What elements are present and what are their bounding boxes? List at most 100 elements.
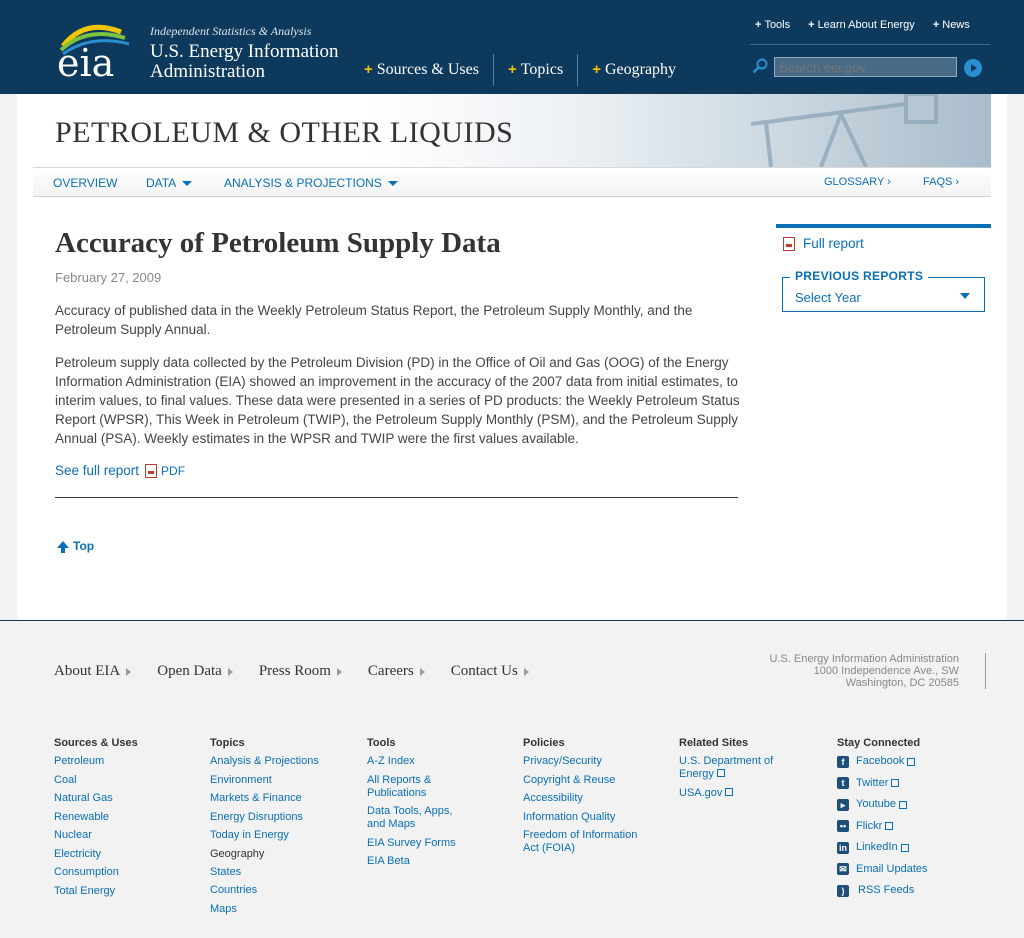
footer-link[interactable]: Today in Energy (210, 829, 350, 842)
plus-icon: + (364, 61, 373, 78)
social-twitter[interactable]: t Twitter (837, 777, 977, 790)
footer-link[interactable]: All Reports & Publications (367, 774, 472, 800)
external-link-icon (725, 787, 734, 796)
external-link-icon (907, 757, 916, 766)
nav-sources-uses[interactable]: + Sources & Uses (350, 54, 493, 86)
footer-link[interactable]: Natural Gas (54, 792, 194, 805)
social-youtube[interactable]: ▸ Youtube (837, 798, 977, 811)
footer-link-careers[interactable]: Careers (368, 663, 425, 680)
external-link-icon (885, 822, 894, 830)
chevron-down-icon (182, 181, 193, 187)
sidebar-full-report-link[interactable]: Full report (783, 236, 864, 251)
footer-address: U.S. Energy Information Administration 1… (769, 653, 959, 689)
footer-link[interactable]: Markets & Finance (210, 792, 350, 805)
footer-link[interactable]: Information Quality (523, 811, 648, 824)
sidebar-accent-bar (776, 224, 991, 228)
social-flickr[interactable]: •• Flickr (837, 820, 977, 833)
arrow-up-icon (57, 540, 69, 553)
divider (985, 653, 986, 689)
footer-link[interactable]: Coal (54, 774, 194, 787)
footer-link[interactable]: EIA Beta (367, 855, 472, 868)
footer-link[interactable]: Renewable (54, 811, 194, 824)
footer-link[interactable]: Environment (210, 774, 350, 787)
section-subnav: OVERVIEW DATA ANALYSIS & PROJECTIONS GLO… (33, 167, 991, 197)
subnav-data[interactable]: DATA (146, 176, 193, 190)
footer-link[interactable]: Freedom of Information Act (FOIA) (523, 829, 648, 855)
external-link-icon (891, 779, 900, 787)
footer-link[interactable]: A-Z Index (367, 755, 472, 768)
footer-link[interactable]: Countries (210, 884, 350, 897)
summary-paragraph: Accuracy of published data in the Weekly… (55, 303, 693, 337)
subnav-glossary[interactable]: GLOSSARY › (824, 176, 891, 188)
footer-link[interactable]: Data Tools, Apps, and Maps (367, 805, 472, 831)
flickr-icon: •• (837, 820, 849, 832)
divider (750, 44, 990, 45)
eia-logo[interactable]: eia (55, 20, 137, 80)
nav-topics[interactable]: + Topics (492, 54, 577, 86)
main-nav: + Sources & Uses + Topics + Geography (350, 54, 690, 86)
footer-col-heading: Stay Connected (837, 737, 921, 749)
org-name[interactable]: U.S. Energy Information Administration (150, 42, 350, 82)
top-link-tools[interactable]: + Tools (755, 19, 790, 31)
footer-col-heading: Related Sites (679, 737, 749, 749)
twitter-icon: t (837, 777, 849, 789)
social-facebook[interactable]: f Facebook (837, 755, 977, 768)
linkedin-icon: in (837, 841, 849, 854)
footer-col-heading: Policies (523, 737, 565, 749)
search-input[interactable] (774, 57, 957, 77)
arrow-right-icon (227, 667, 233, 676)
pdf-link[interactable]: PDF (161, 464, 185, 478)
footer-col-connected: Stay Connected f Facebook t Twitter ▸ Youtu… (837, 737, 977, 906)
external-link-icon (716, 769, 725, 777)
footer-link[interactable]: Petroleum (54, 755, 194, 768)
external-link-icon (898, 800, 907, 809)
top-link-news[interactable]: + News (933, 19, 970, 31)
footer-link[interactable]: Nuclear (54, 829, 194, 842)
oil-pump-illustration (750, 94, 938, 167)
plus-icon: + (507, 61, 517, 78)
footer-link-usagov[interactable]: USA.gov (679, 787, 794, 800)
footer-col-heading: Sources & Uses (54, 737, 138, 749)
arrow-right-icon (336, 667, 342, 676)
top-links: + Tools + Learn About Energy + News (755, 19, 970, 31)
footer-link[interactable]: Electricity (54, 848, 194, 861)
back-to-top-link[interactable]: Top (57, 539, 94, 553)
social-rss[interactable]: ) RSS Feeds (837, 884, 977, 897)
social-linkedin[interactable]: in LinkedIn (837, 841, 977, 854)
footer-link[interactable]: EIA Survey Forms (367, 837, 472, 850)
footer-col-related: Related Sites U.S. Department of Energy … (679, 737, 794, 805)
footer-link[interactable]: States (210, 866, 350, 879)
footer-col-policies: Policies Privacy/Security Copyright & Re… (523, 737, 648, 861)
footer-link-open-data[interactable]: Open Data (157, 663, 233, 680)
subnav-analysis[interactable]: ANALYSIS & PROJECTIONS (224, 176, 398, 190)
footer-link-press[interactable]: Press Room (259, 663, 342, 680)
footer-link[interactable]: Copyright & Reuse (523, 774, 648, 787)
youtube-icon: ▸ (837, 798, 849, 811)
social-email[interactable]: ✉ Email Updates (837, 863, 977, 876)
footer-link[interactable]: Energy Disruptions (210, 811, 350, 824)
footer-link[interactable]: Consumption (54, 866, 194, 879)
pdf-icon (783, 236, 795, 251)
footer-link-contact[interactable]: Contact Us (451, 663, 529, 680)
arrow-right-icon (523, 667, 529, 676)
publish-date: February 27, 2009 (55, 270, 162, 285)
subnav-overview[interactable]: OVERVIEW (53, 176, 117, 190)
see-full-report-link[interactable]: See full report (55, 463, 139, 478)
nav-geography[interactable]: + Geography (577, 54, 690, 86)
select-year-value[interactable]: Select Year (795, 290, 861, 305)
footer-link-about[interactable]: About EIA (54, 663, 132, 680)
chevron-down-icon[interactable] (960, 293, 970, 299)
footer-link[interactable]: Analysis & Projections (210, 755, 350, 768)
content-divider (55, 497, 738, 498)
footer-link[interactable]: Accessibility (523, 792, 648, 805)
search-go-button[interactable] (964, 59, 982, 77)
footer-link[interactable]: Total Energy (54, 885, 194, 898)
footer-link-doe[interactable]: U.S. Department of Energy (679, 755, 794, 781)
top-link-learn[interactable]: + Learn About Energy (808, 19, 915, 31)
facebook-icon: f (837, 755, 849, 768)
arrow-right-icon (419, 667, 425, 676)
footer-link[interactable]: Privacy/Security (523, 755, 648, 768)
footer-link[interactable]: Maps (210, 903, 350, 916)
subnav-faqs[interactable]: FAQS › (923, 176, 959, 188)
logo-text: eia (57, 41, 114, 80)
